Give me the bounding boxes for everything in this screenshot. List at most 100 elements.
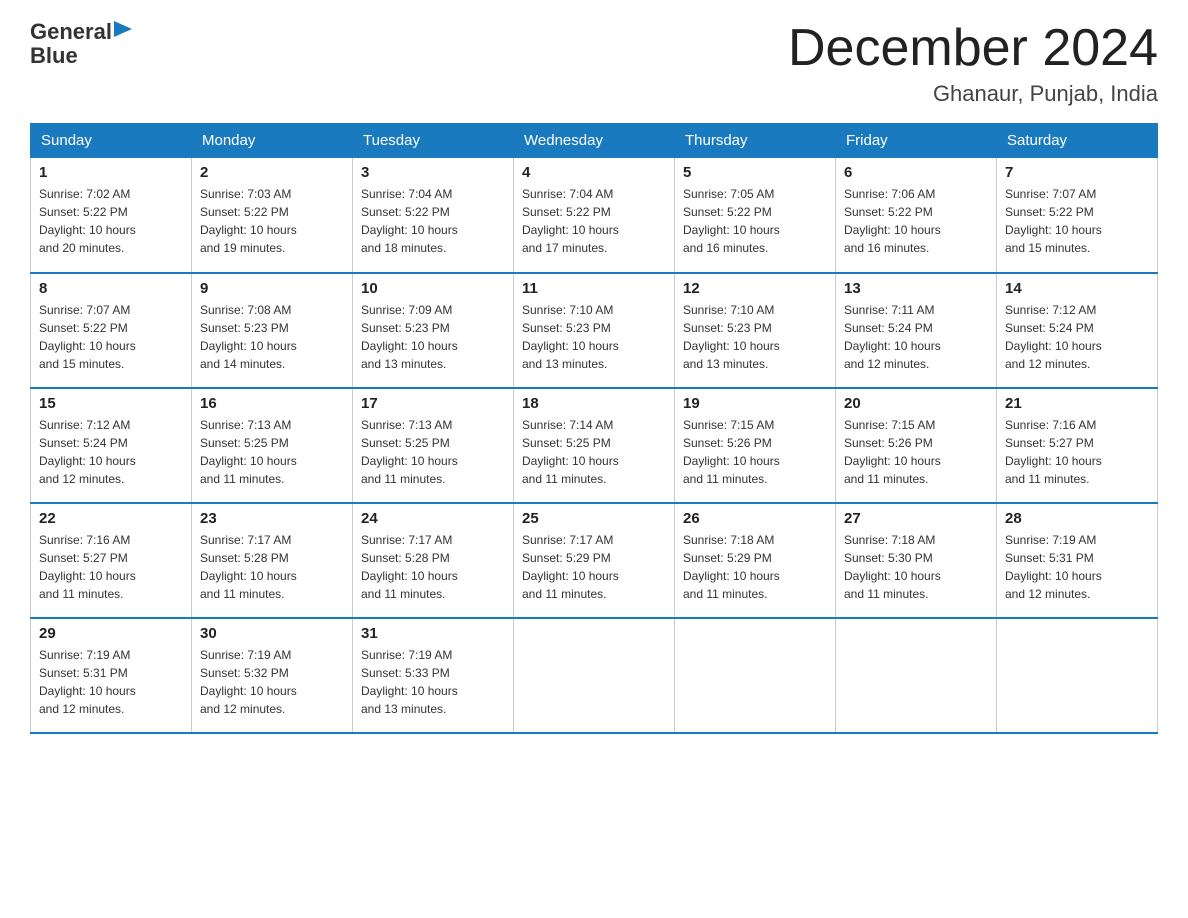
day-info: Sunrise: 7:14 AM Sunset: 5:25 PM Dayligh… — [522, 416, 666, 488]
day-number: 12 — [683, 280, 827, 297]
day-number: 8 — [39, 280, 183, 297]
page-header: General Blue December 2024 Ghanaur, Punj… — [30, 20, 1158, 107]
day-number: 31 — [361, 625, 505, 642]
header-thursday: Thursday — [675, 124, 836, 158]
logo-general: General — [30, 20, 112, 44]
day-cell: 23Sunrise: 7:17 AM Sunset: 5:28 PM Dayli… — [192, 503, 353, 618]
day-cell — [836, 618, 997, 733]
day-cell: 28Sunrise: 7:19 AM Sunset: 5:31 PM Dayli… — [997, 503, 1158, 618]
day-number: 16 — [200, 395, 344, 412]
day-info: Sunrise: 7:19 AM Sunset: 5:32 PM Dayligh… — [200, 646, 344, 718]
day-cell: 24 Sunrise: 7:17 AM Sunset: 5:28 PM Dayli… — [353, 503, 514, 618]
day-cell: 19Sunrise: 7:15 AM Sunset: 5:26 PM Dayli… — [675, 388, 836, 503]
day-number: 2 — [200, 164, 344, 181]
day-info: Sunrise: 7:04 AM Sunset: 5:22 PM Dayligh… — [522, 185, 666, 257]
day-number: 20 — [844, 395, 988, 412]
day-cell: 15 Sunrise: 7:12 AM Sunset: 5:24 PM Dayli… — [31, 388, 192, 503]
day-number: 3 — [361, 164, 505, 181]
calendar-table: SundayMondayTuesdayWednesdayThursdayFrid… — [30, 123, 1158, 734]
day-number: 10 — [361, 280, 505, 297]
day-info: Sunrise: 7:10 AM Sunset: 5:23 PM Dayligh… — [683, 301, 827, 373]
header-monday: Monday — [192, 124, 353, 158]
day-cell: 25 Sunrise: 7:17 AM Sunset: 5:29 PM Dayli… — [514, 503, 675, 618]
day-number: 22 — [39, 510, 183, 527]
day-info: Sunrise: 7:07 AM Sunset: 5:22 PM Dayligh… — [39, 301, 183, 373]
day-cell — [675, 618, 836, 733]
day-info: Sunrise: 7:04 AM Sunset: 5:22 PM Dayligh… — [361, 185, 505, 257]
day-cell: 13 Sunrise: 7:11 AM Sunset: 5:24 PM Dayli… — [836, 273, 997, 388]
day-number: 25 — [522, 510, 666, 527]
day-info: Sunrise: 7:19 AM Sunset: 5:31 PM Dayligh… — [1005, 531, 1149, 603]
day-cell: 1 Sunrise: 7:02 AM Sunset: 5:22 PM Daylig… — [31, 158, 192, 273]
day-info: Sunrise: 7:12 AM Sunset: 5:24 PM Dayligh… — [39, 416, 183, 488]
title-block: December 2024 Ghanaur, Punjab, India — [788, 20, 1158, 107]
day-cell: 9 Sunrise: 7:08 AM Sunset: 5:23 PM Daylig… — [192, 273, 353, 388]
week-row-4: 22 Sunrise: 7:16 AM Sunset: 5:27 PM Dayli… — [31, 503, 1158, 618]
day-number: 21 — [1005, 395, 1149, 412]
week-row-5: 29 Sunrise: 7:19 AM Sunset: 5:31 PM Dayli… — [31, 618, 1158, 733]
day-info: Sunrise: 7:03 AM Sunset: 5:22 PM Dayligh… — [200, 185, 344, 257]
month-title: December 2024 — [788, 20, 1158, 77]
day-cell: 20 Sunrise: 7:15 AM Sunset: 5:26 PM Dayli… — [836, 388, 997, 503]
day-info: Sunrise: 7:09 AM Sunset: 5:23 PM Dayligh… — [361, 301, 505, 373]
day-info: Sunrise: 7:17 AM Sunset: 5:28 PM Dayligh… — [200, 531, 344, 603]
logo-blue: Blue — [30, 43, 78, 68]
day-info: Sunrise: 7:06 AM Sunset: 5:22 PM Dayligh… — [844, 185, 988, 257]
header-wednesday: Wednesday — [514, 124, 675, 158]
day-cell: 27 Sunrise: 7:18 AM Sunset: 5:30 PM Dayli… — [836, 503, 997, 618]
day-info: Sunrise: 7:10 AM Sunset: 5:23 PM Dayligh… — [522, 301, 666, 373]
day-number: 18 — [522, 395, 666, 412]
day-number: 11 — [522, 280, 666, 297]
week-row-3: 15 Sunrise: 7:12 AM Sunset: 5:24 PM Dayli… — [31, 388, 1158, 503]
day-info: Sunrise: 7:15 AM Sunset: 5:26 PM Dayligh… — [844, 416, 988, 488]
day-number: 9 — [200, 280, 344, 297]
day-info: Sunrise: 7:02 AM Sunset: 5:22 PM Dayligh… — [39, 185, 183, 257]
header-row: SundayMondayTuesdayWednesdayThursdayFrid… — [31, 124, 1158, 158]
week-row-1: 1 Sunrise: 7:02 AM Sunset: 5:22 PM Daylig… — [31, 158, 1158, 273]
day-number: 27 — [844, 510, 988, 527]
day-info: Sunrise: 7:12 AM Sunset: 5:24 PM Dayligh… — [1005, 301, 1149, 373]
header-tuesday: Tuesday — [353, 124, 514, 158]
day-cell: 6Sunrise: 7:06 AM Sunset: 5:22 PM Daylig… — [836, 158, 997, 273]
day-info: Sunrise: 7:19 AM Sunset: 5:33 PM Dayligh… — [361, 646, 505, 718]
header-sunday: Sunday — [31, 124, 192, 158]
day-info: Sunrise: 7:11 AM Sunset: 5:24 PM Dayligh… — [844, 301, 988, 373]
day-info: Sunrise: 7:16 AM Sunset: 5:27 PM Dayligh… — [39, 531, 183, 603]
header-friday: Friday — [836, 124, 997, 158]
day-cell: 10 Sunrise: 7:09 AM Sunset: 5:23 PM Dayli… — [353, 273, 514, 388]
day-info: Sunrise: 7:08 AM Sunset: 5:23 PM Dayligh… — [200, 301, 344, 373]
day-number: 17 — [361, 395, 505, 412]
day-info: Sunrise: 7:17 AM Sunset: 5:29 PM Dayligh… — [522, 531, 666, 603]
day-cell — [997, 618, 1158, 733]
week-row-2: 8 Sunrise: 7:07 AM Sunset: 5:22 PM Daylig… — [31, 273, 1158, 388]
day-info: Sunrise: 7:13 AM Sunset: 5:25 PM Dayligh… — [200, 416, 344, 488]
day-info: Sunrise: 7:18 AM Sunset: 5:29 PM Dayligh… — [683, 531, 827, 603]
header-saturday: Saturday — [997, 124, 1158, 158]
day-number: 30 — [200, 625, 344, 642]
day-cell: 22 Sunrise: 7:16 AM Sunset: 5:27 PM Dayli… — [31, 503, 192, 618]
day-number: 14 — [1005, 280, 1149, 297]
day-info: Sunrise: 7:16 AM Sunset: 5:27 PM Dayligh… — [1005, 416, 1149, 488]
day-info: Sunrise: 7:19 AM Sunset: 5:31 PM Dayligh… — [39, 646, 183, 718]
day-cell: 26Sunrise: 7:18 AM Sunset: 5:29 PM Dayli… — [675, 503, 836, 618]
day-number: 29 — [39, 625, 183, 642]
day-cell: 12 Sunrise: 7:10 AM Sunset: 5:23 PM Dayli… — [675, 273, 836, 388]
day-info: Sunrise: 7:18 AM Sunset: 5:30 PM Dayligh… — [844, 531, 988, 603]
day-info: Sunrise: 7:17 AM Sunset: 5:28 PM Dayligh… — [361, 531, 505, 603]
day-number: 15 — [39, 395, 183, 412]
day-cell: 31 Sunrise: 7:19 AM Sunset: 5:33 PM Dayli… — [353, 618, 514, 733]
location-title: Ghanaur, Punjab, India — [788, 81, 1158, 107]
day-number: 1 — [39, 164, 183, 181]
day-cell: 29 Sunrise: 7:19 AM Sunset: 5:31 PM Dayli… — [31, 618, 192, 733]
day-cell: 4Sunrise: 7:04 AM Sunset: 5:22 PM Daylig… — [514, 158, 675, 273]
day-cell: 14 Sunrise: 7:12 AM Sunset: 5:24 PM Dayli… — [997, 273, 1158, 388]
day-info: Sunrise: 7:05 AM Sunset: 5:22 PM Dayligh… — [683, 185, 827, 257]
day-cell: 11 Sunrise: 7:10 AM Sunset: 5:23 PM Dayli… — [514, 273, 675, 388]
day-cell: 21 Sunrise: 7:16 AM Sunset: 5:27 PM Dayli… — [997, 388, 1158, 503]
day-number: 24 — [361, 510, 505, 527]
day-number: 13 — [844, 280, 988, 297]
day-info: Sunrise: 7:15 AM Sunset: 5:26 PM Dayligh… — [683, 416, 827, 488]
day-info: Sunrise: 7:07 AM Sunset: 5:22 PM Dayligh… — [1005, 185, 1149, 257]
day-number: 5 — [683, 164, 827, 181]
logo-triangle-icon — [114, 21, 132, 39]
